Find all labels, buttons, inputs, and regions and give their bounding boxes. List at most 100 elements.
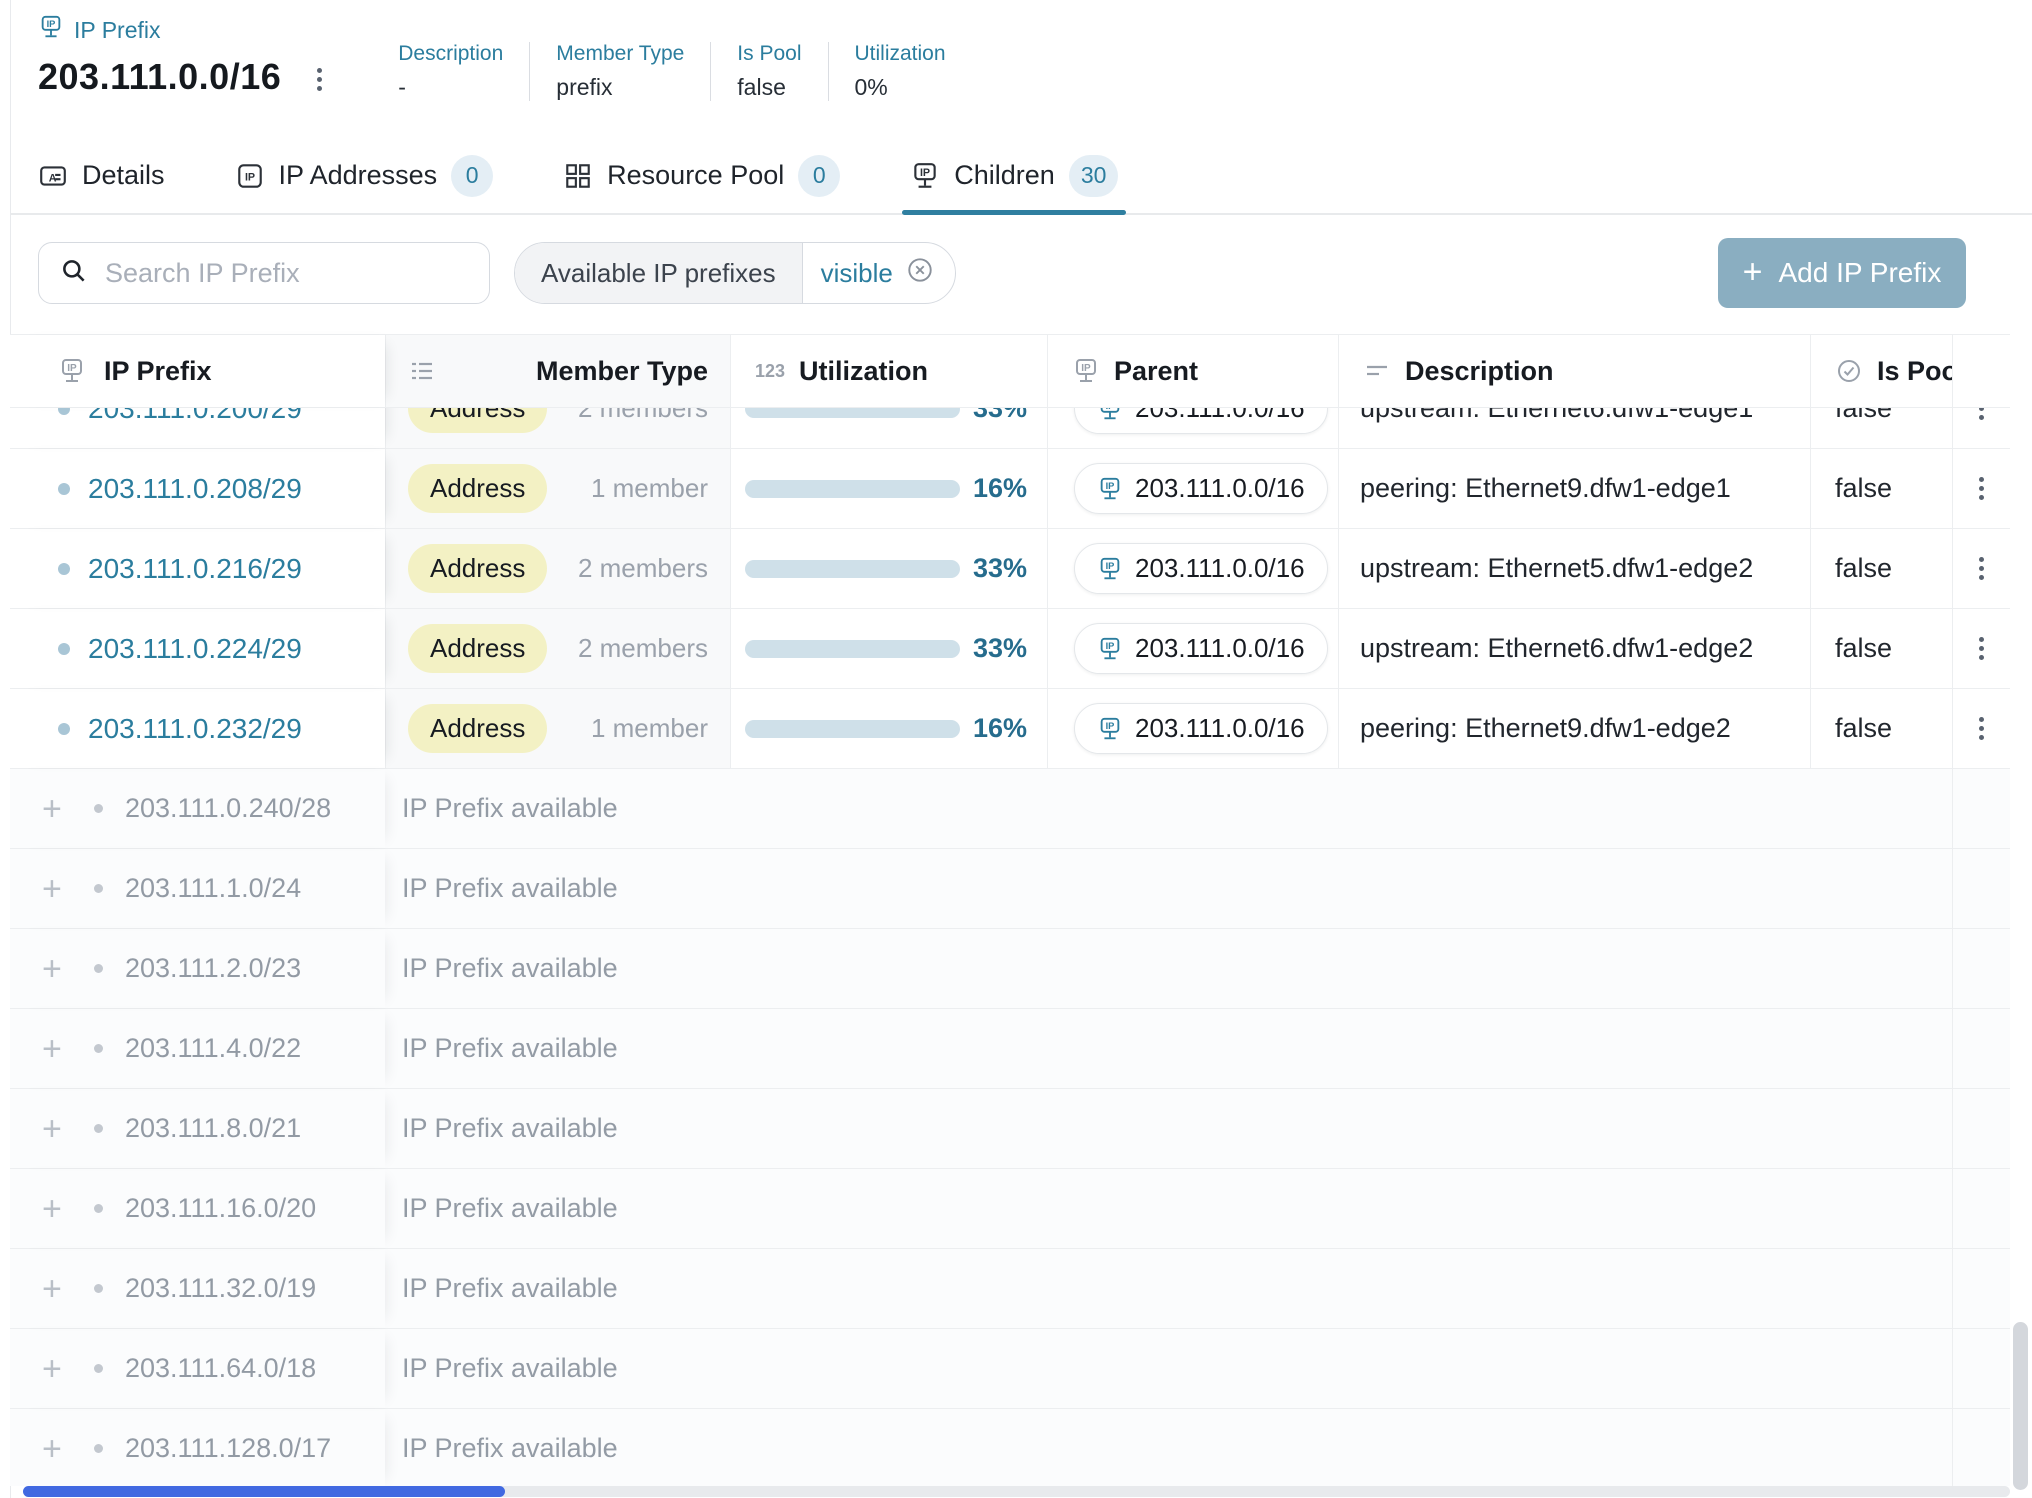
available-prefix-row: + 203.111.4.0/22 IP Prefix available (10, 1009, 2010, 1089)
add-available-prefix-icon[interactable]: + (42, 952, 76, 986)
available-prefix-row: + 203.111.128.0/17 IP Prefix available (10, 1409, 2010, 1486)
column-header-member-type[interactable]: Member Type (385, 335, 730, 407)
parent-prefix-label: 203.111.0.0/16 (1135, 406, 1305, 424)
breadcrumb[interactable]: IP IP Prefix (38, 14, 161, 46)
utilization-percent: 33% (973, 553, 1027, 584)
utilization-bar (745, 560, 960, 578)
utilization-percent: 16% (973, 713, 1027, 744)
available-status-label: IP Prefix available (385, 1249, 1952, 1328)
available-prefix-label: 203.111.4.0/22 (125, 1033, 301, 1064)
tab-ip-addresses[interactable]: IP IP Addresses 0 (235, 138, 494, 213)
status-dot-icon (94, 1284, 103, 1293)
row-actions-button[interactable] (1952, 449, 2010, 528)
available-actions-cell (1952, 1169, 2010, 1248)
add-ip-prefix-button[interactable]: + Add IP Prefix (1718, 238, 1966, 308)
plus-icon: + (1743, 255, 1763, 289)
column-header-utilization[interactable]: 123 Utilization (730, 335, 1047, 407)
add-available-prefix-icon[interactable]: + (42, 1112, 76, 1146)
column-header-description[interactable]: Description (1338, 335, 1810, 407)
filter-chip-available-prefixes[interactable]: Available IP prefixes visible (514, 242, 956, 304)
parent-prefix-chip[interactable]: IP 203.111.0.0/16 (1074, 406, 1328, 434)
add-available-prefix-icon[interactable]: + (42, 1032, 76, 1066)
prefix-link[interactable]: 203.111.0.216/29 (88, 553, 302, 585)
status-dot-icon (94, 1204, 103, 1213)
available-status-label: IP Prefix available (385, 1329, 1952, 1408)
search-input[interactable] (103, 257, 469, 290)
status-dot-icon (94, 804, 103, 813)
parent-prefix-chip[interactable]: IP 203.111.0.0/16 (1074, 543, 1328, 594)
table-row: 203.111.0.200/29 Address 2 members 33% I… (10, 406, 2010, 449)
status-dot-icon (94, 1044, 103, 1053)
prefix-link[interactable]: 203.111.0.224/29 (88, 633, 302, 665)
table-body-viewport: 203.111.0.200/29 Address 2 members 33% I… (10, 406, 2010, 1486)
add-available-prefix-icon[interactable]: + (42, 1352, 76, 1386)
add-available-prefix-icon[interactable]: + (42, 792, 76, 826)
prefix-link[interactable]: 203.111.0.232/29 (88, 713, 302, 745)
status-dot-icon (58, 483, 70, 495)
description-cell: upstream: Ethernet6.dfw1-edge2 (1338, 609, 1810, 688)
available-status-label: IP Prefix available (385, 769, 1952, 848)
row-actions-button[interactable] (1952, 609, 2010, 688)
available-status-label: IP Prefix available (385, 1169, 1952, 1248)
parent-prefix-chip[interactable]: IP 203.111.0.0/16 (1074, 703, 1328, 754)
horizontal-scrollbar-thumb[interactable] (23, 1486, 505, 1497)
remove-filter-icon[interactable] (905, 255, 935, 292)
table-row: 203.111.0.224/29 Address 2 members 33% I… (10, 609, 2010, 689)
column-header-is-pool[interactable]: Is Pool (1810, 335, 1952, 407)
parent-cell: IP 203.111.0.0/16 (1047, 609, 1338, 688)
prefix-link[interactable]: 203.111.0.208/29 (88, 473, 302, 505)
meta-value: false (737, 74, 801, 101)
tab-label: IP Addresses (279, 160, 438, 191)
row-actions-button[interactable] (1952, 406, 2010, 448)
meta-value: 0% (855, 74, 946, 101)
available-prefix-label: 203.111.0.240/28 (125, 793, 331, 824)
column-header-ip-prefix[interactable]: IP IP Prefix (10, 335, 385, 407)
add-available-prefix-icon[interactable]: + (42, 1432, 76, 1466)
member-type-badge: Address (408, 544, 547, 593)
number-123-icon: 123 (755, 361, 785, 382)
parent-prefix-chip[interactable]: IP 203.111.0.0/16 (1074, 623, 1328, 674)
is-pool-cell: false (1810, 529, 1952, 608)
svg-text:IP: IP (1106, 481, 1115, 491)
available-actions-cell (1952, 1249, 2010, 1328)
svg-text:IP: IP (47, 19, 56, 29)
meta-value: prefix (556, 74, 684, 101)
member-count: 2 members (578, 406, 708, 424)
tab-children[interactable]: IP Children 30 (910, 138, 1118, 213)
meta-summary: Description - Member Type prefix Is Pool… (372, 42, 971, 101)
available-actions-cell (1952, 1329, 2010, 1408)
available-prefix-row: + 203.111.0.240/28 IP Prefix available (10, 769, 2010, 849)
tab-label: Details (82, 160, 165, 191)
available-status-label: IP Prefix available (385, 849, 1952, 928)
kebab-icon (1979, 477, 1984, 500)
tab-bar: A Details IP IP Addresses 0 (10, 138, 2032, 215)
available-prefix-row: + 203.111.64.0/18 IP Prefix available (10, 1329, 2010, 1409)
tab-resource-pool[interactable]: Resource Pool 0 (563, 138, 840, 213)
column-label: IP Prefix (104, 356, 212, 387)
prefix-link[interactable]: 203.111.0.200/29 (88, 406, 302, 425)
ip-prefix-icon: IP (1097, 716, 1123, 742)
available-actions-cell (1952, 1409, 2010, 1486)
kebab-icon (317, 68, 322, 91)
vertical-scrollbar-thumb[interactable] (2013, 1322, 2028, 1490)
member-type-cell: Address 2 members (385, 529, 730, 608)
row-actions-button[interactable] (1952, 529, 2010, 608)
text-lines-icon (1363, 357, 1391, 385)
tab-details[interactable]: A Details (38, 138, 165, 213)
description-cell: peering: Ethernet9.dfw1-edge1 (1338, 449, 1810, 528)
filter-chip-value-label: visible (821, 258, 893, 289)
title-menu-button[interactable] (311, 64, 328, 95)
parent-cell: IP 203.111.0.0/16 (1047, 689, 1338, 768)
available-prefix-row: + 203.111.1.0/24 IP Prefix available (10, 849, 2010, 929)
column-header-parent[interactable]: IP Parent (1047, 335, 1338, 407)
add-available-prefix-icon[interactable]: + (42, 1192, 76, 1226)
add-available-prefix-icon[interactable]: + (42, 1272, 76, 1306)
parent-prefix-chip[interactable]: IP 203.111.0.0/16 (1074, 463, 1328, 514)
meta-value: - (398, 74, 503, 101)
kebab-icon (1979, 406, 1984, 420)
parent-cell: IP 203.111.0.0/16 (1047, 449, 1338, 528)
available-prefix-row: + 203.111.32.0/19 IP Prefix available (10, 1249, 2010, 1329)
available-actions-cell (1952, 1089, 2010, 1168)
add-available-prefix-icon[interactable]: + (42, 872, 76, 906)
row-actions-button[interactable] (1952, 689, 2010, 768)
